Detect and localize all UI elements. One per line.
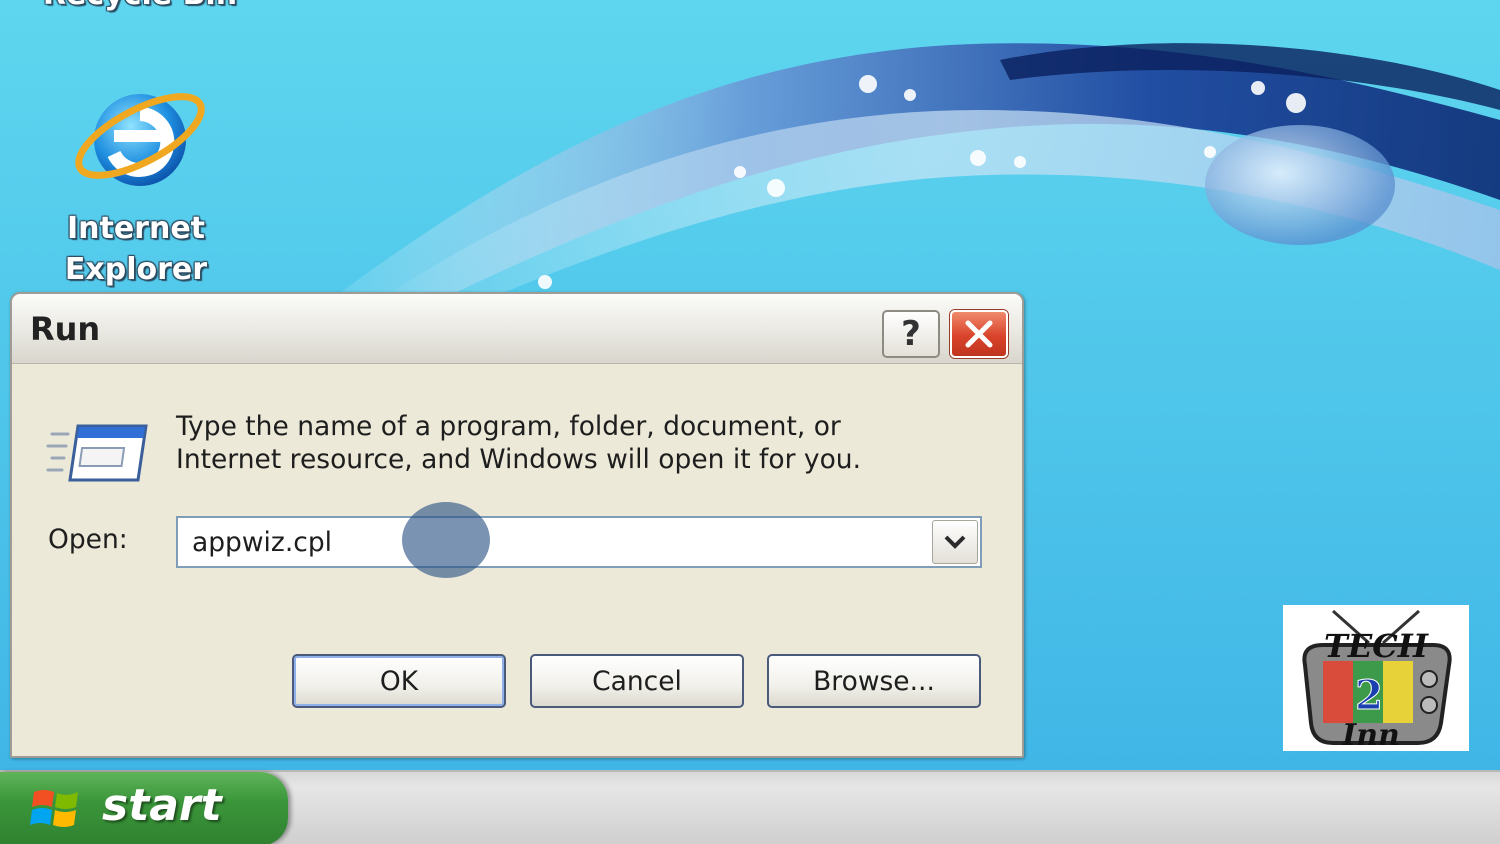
logo-text-mid: 2 (1355, 672, 1383, 719)
logo-text-bottom: Inn (1341, 718, 1400, 751)
windows-logo-icon (30, 790, 78, 827)
dialog-titlebar[interactable]: Run ? (12, 294, 1022, 364)
cursor-highlight (402, 502, 490, 578)
open-label: Open: (48, 524, 128, 555)
recycle-bin-label[interactable]: Recycle Bin (20, 0, 260, 15)
cancel-button[interactable]: Cancel (530, 654, 744, 708)
open-dropdown-button[interactable] (932, 520, 978, 564)
open-combobox[interactable] (176, 516, 982, 568)
close-button[interactable] (950, 310, 1008, 358)
browse-button[interactable]: Browse... (767, 654, 981, 708)
chevron-down-icon (944, 535, 966, 549)
run-program-icon (46, 424, 148, 482)
help-button[interactable]: ? (882, 310, 940, 358)
logo-text-top: TECH (1324, 627, 1430, 665)
taskbar: start (0, 770, 1500, 844)
internet-explorer-icon[interactable] (70, 78, 210, 198)
help-icon: ? (901, 314, 921, 354)
tech2inn-logo: TECH 2 Inn (1283, 605, 1469, 751)
ok-button[interactable]: OK (292, 654, 506, 708)
open-input[interactable] (178, 518, 928, 566)
close-icon (965, 320, 993, 348)
start-label: start (102, 780, 222, 831)
run-instructions: Type the name of a program, folder, docu… (176, 411, 862, 475)
internet-explorer-label[interactable]: Internet Explorer (36, 208, 236, 290)
start-button[interactable]: start (0, 772, 288, 844)
run-dialog: Run ? Type the name of a program, folder… (10, 292, 1024, 758)
dialog-title: Run (30, 310, 101, 348)
